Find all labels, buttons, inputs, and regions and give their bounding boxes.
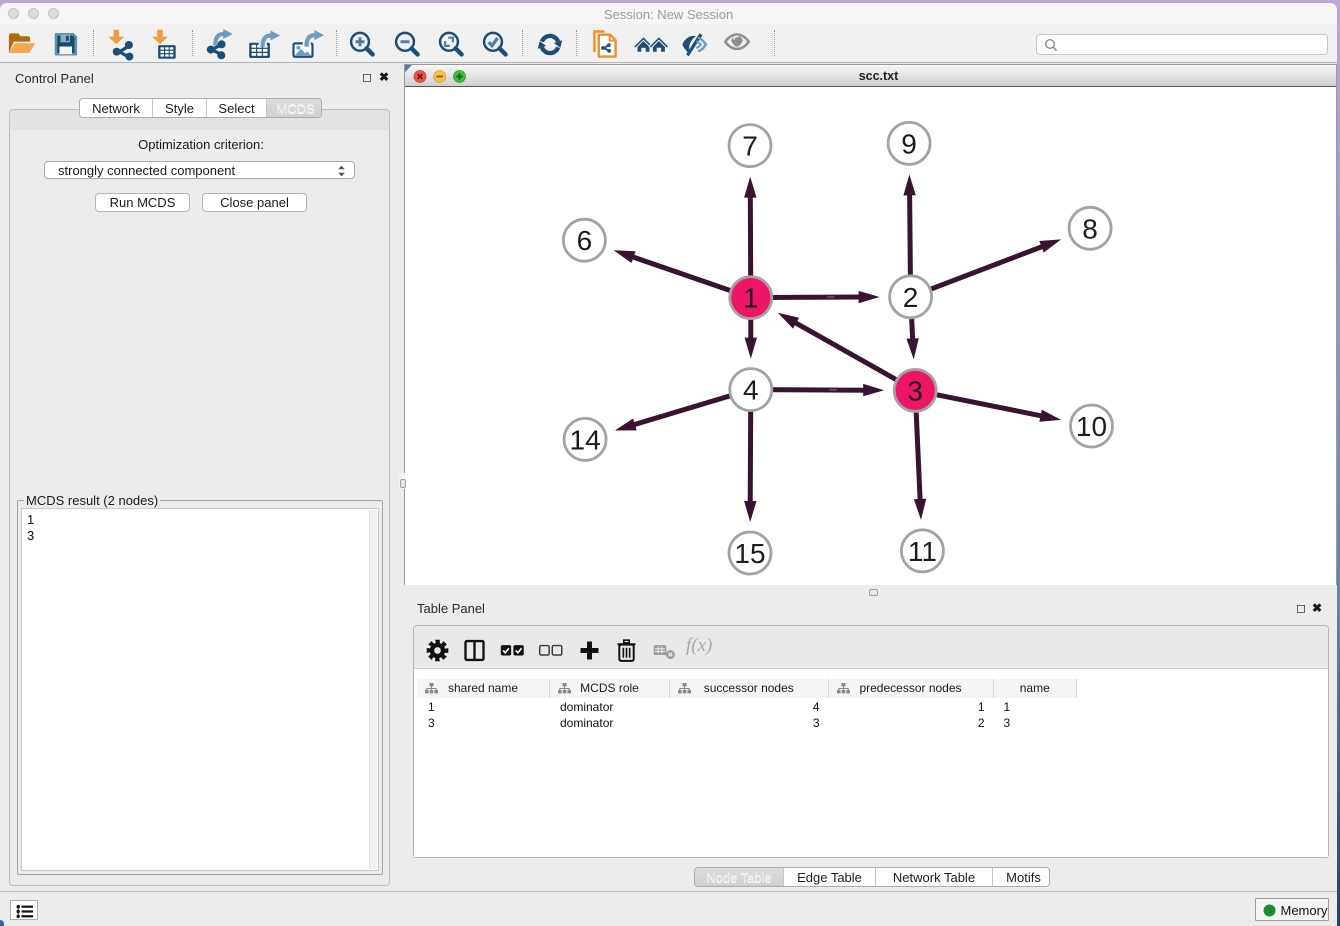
svg-text:4: 4 [743, 375, 759, 406]
svg-text:9: 9 [901, 128, 917, 159]
svg-text:10: 10 [1076, 411, 1107, 442]
svg-text:11: 11 [908, 536, 937, 567]
svg-text:8: 8 [1082, 213, 1098, 244]
svg-text:15: 15 [734, 538, 765, 569]
svg-text:14: 14 [570, 424, 601, 455]
svg-text:6: 6 [577, 225, 593, 256]
svg-text:3: 3 [907, 375, 923, 406]
svg-text:1: 1 [743, 283, 759, 314]
svg-text:2: 2 [903, 282, 919, 313]
svg-text:7: 7 [742, 131, 758, 162]
